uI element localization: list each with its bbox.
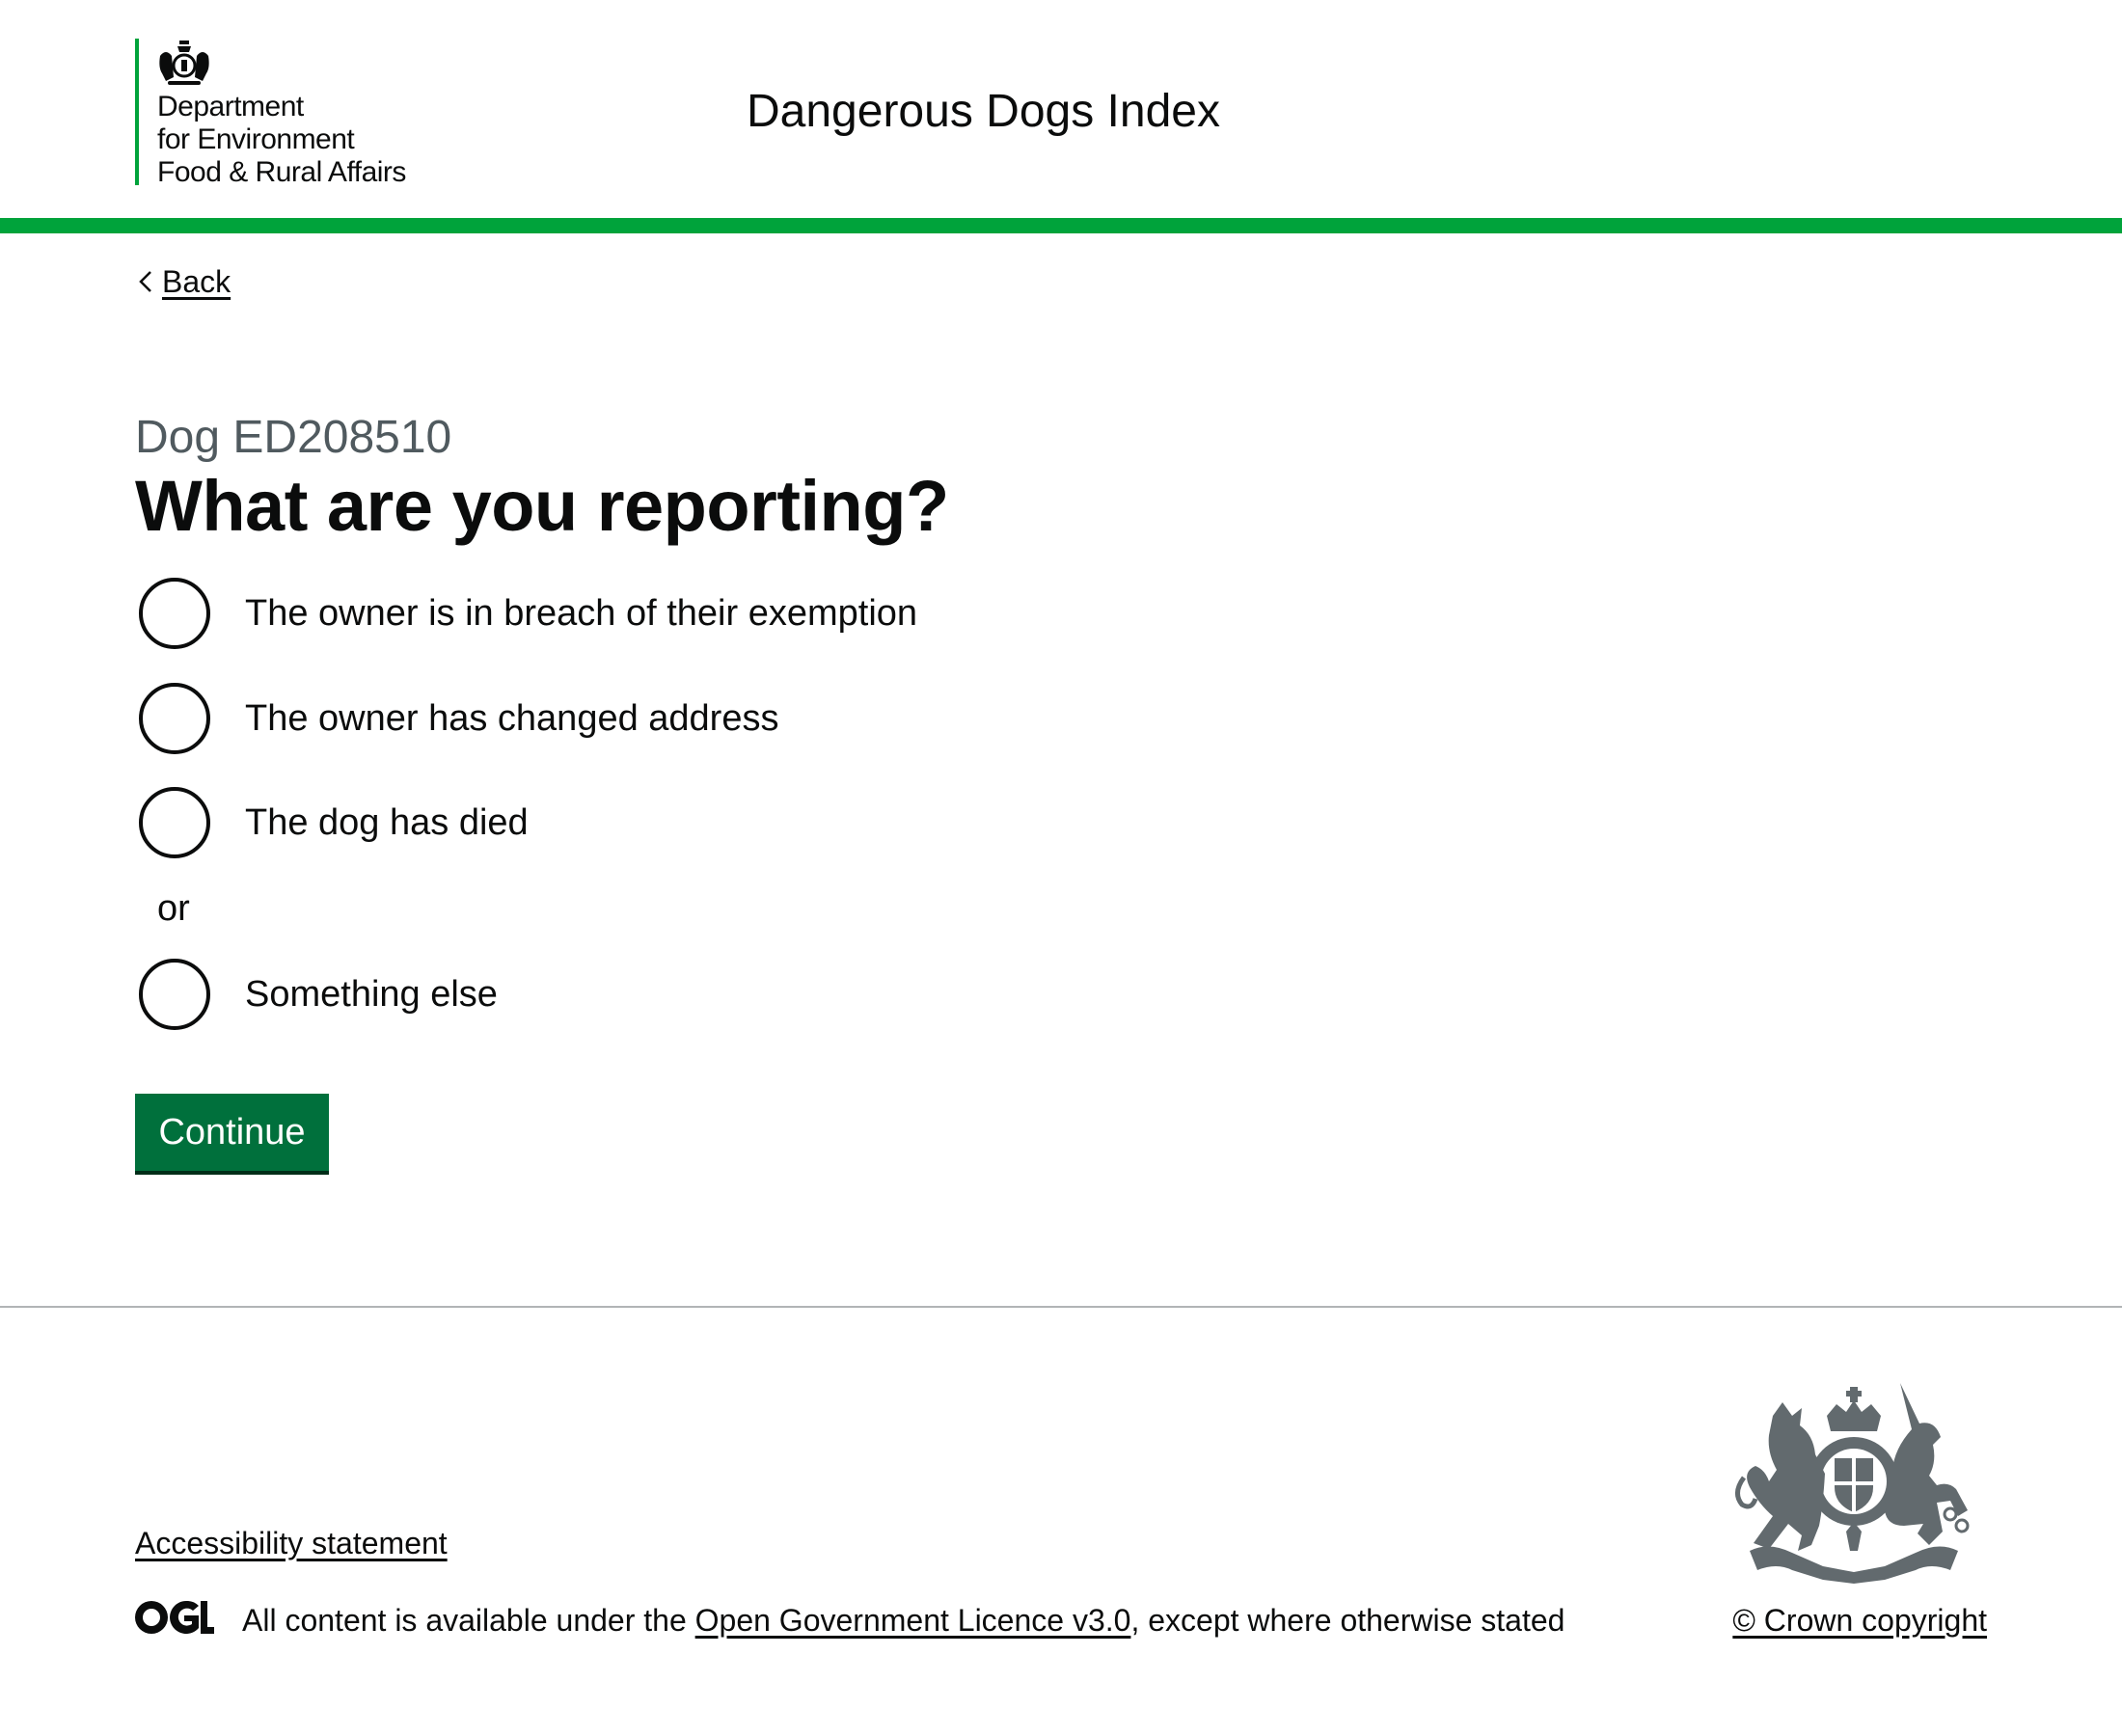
radio-option-changed-address[interactable]: The owner has changed address: [135, 675, 778, 762]
org-name-line-3: Food & Rural Affairs: [157, 156, 406, 188]
radio-divider: or: [157, 888, 190, 929]
licence-prefix: All content is available under the: [242, 1603, 695, 1638]
back-link-label: Back: [162, 264, 231, 299]
page-heading: What are you reporting?: [135, 466, 949, 546]
continue-button[interactable]: Continue: [135, 1094, 329, 1171]
crown-copyright-link[interactable]: © Crown copyright: [1732, 1601, 1987, 1640]
radio-label[interactable]: The owner has changed address: [245, 695, 778, 742]
dog-caption: Dog ED208510: [135, 412, 452, 463]
org-name-line-1: Department: [157, 91, 304, 122]
radio-button[interactable]: [139, 959, 210, 1030]
defra-logo[interactable]: Department for Environment Food & Rural …: [135, 39, 444, 188]
open-government-licence-link[interactable]: Open Government Licence v3.0: [695, 1603, 1131, 1638]
footer-rule: [0, 1306, 2122, 1308]
royal-coat-of-arms-icon: [1735, 1383, 1970, 1584]
accessibility-statement-link[interactable]: Accessibility statement: [135, 1524, 448, 1562]
radio-button[interactable]: [139, 787, 210, 858]
site-header: Department for Environment Food & Rural …: [0, 0, 2122, 218]
logo-accent-bar: [135, 39, 139, 185]
organisation-name: Department for Environment Food & Rural …: [157, 91, 406, 189]
royal-crest-icon: [159, 41, 209, 85]
ogl-logo-icon: [135, 1601, 214, 1634]
service-name[interactable]: Dangerous Dogs Index: [747, 83, 1220, 141]
radio-option-something-else[interactable]: Something else: [135, 951, 498, 1038]
org-name-line-2: for Environment: [157, 123, 355, 155]
back-link[interactable]: Back: [135, 262, 231, 301]
radio-label[interactable]: The owner is in breach of their exemptio…: [245, 590, 917, 637]
licence-statement: All content is available under the Open …: [242, 1601, 1564, 1640]
radio-label[interactable]: The dog has died: [245, 800, 529, 846]
radio-option-breach[interactable]: The owner is in breach of their exemptio…: [135, 570, 917, 657]
chevron-left-icon: [139, 271, 151, 292]
licence-suffix: , except where otherwise stated: [1130, 1603, 1565, 1638]
radio-button[interactable]: [139, 683, 210, 754]
radio-label[interactable]: Something else: [245, 971, 498, 1017]
radio-option-dog-died[interactable]: The dog has died: [135, 779, 529, 866]
radio-button[interactable]: [139, 578, 210, 649]
header-rule: [0, 218, 2122, 233]
